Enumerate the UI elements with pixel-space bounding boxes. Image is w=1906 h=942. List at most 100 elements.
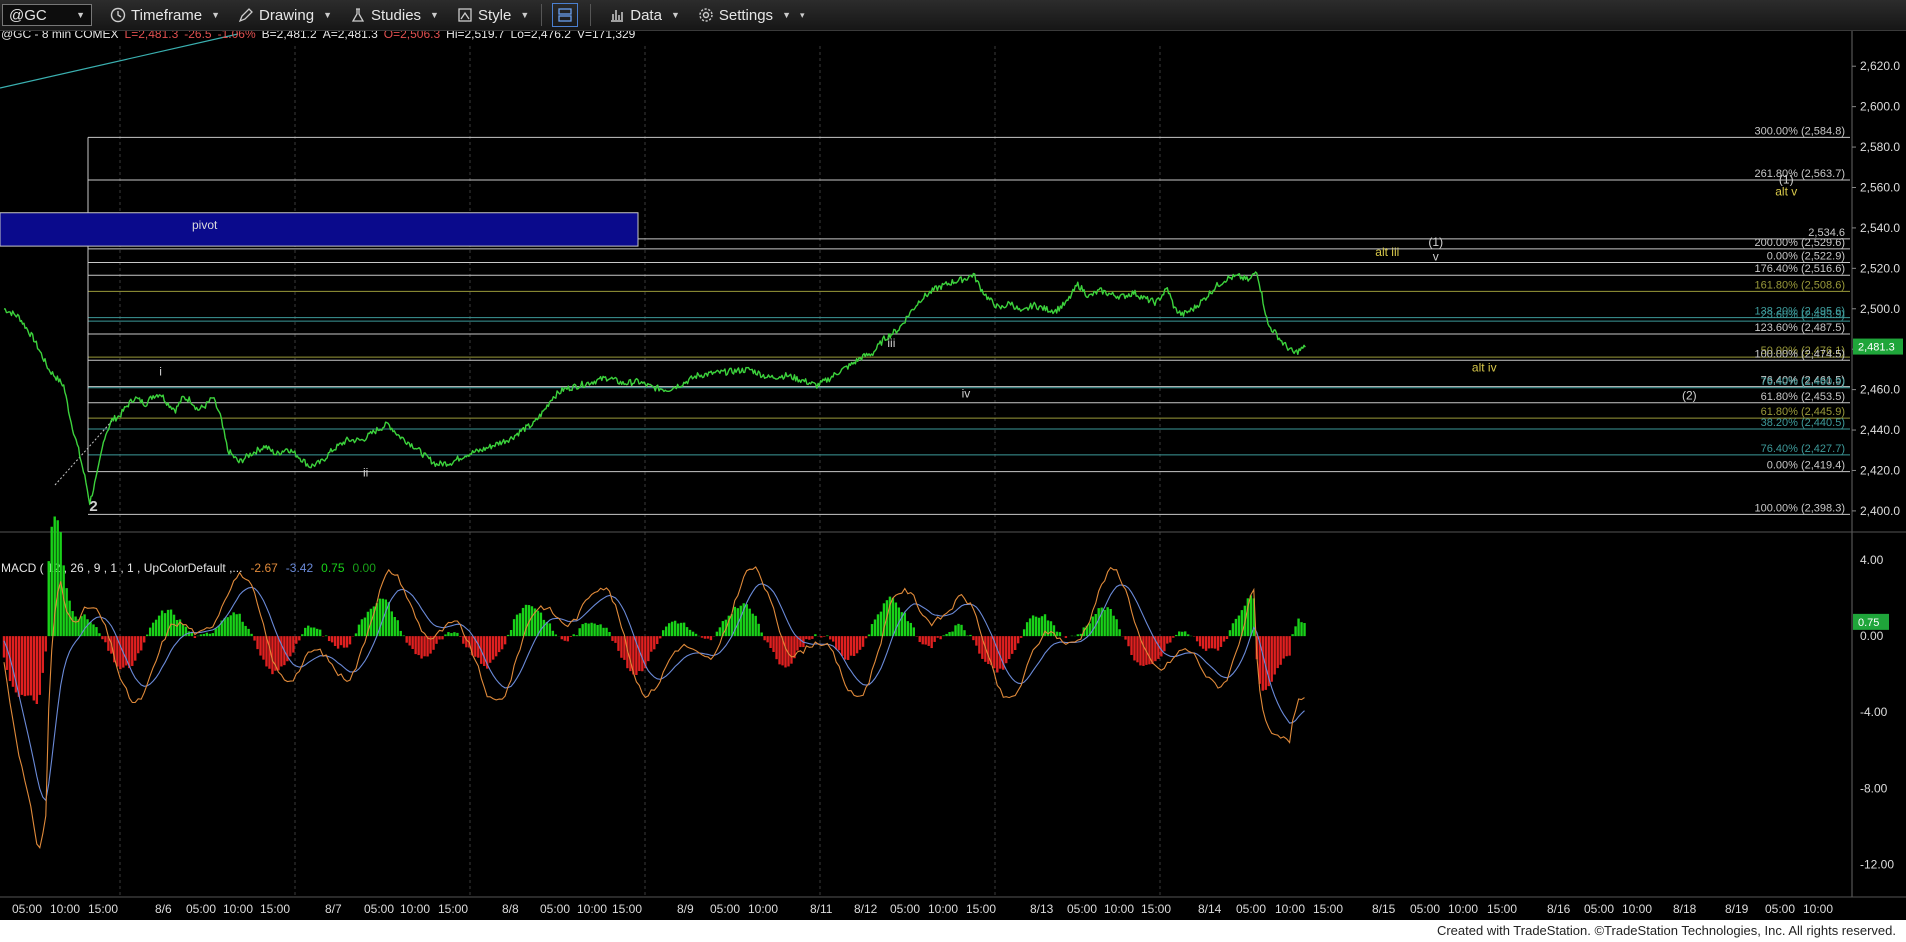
time-tick-label: 10:00 — [1803, 902, 1833, 916]
price-tick-label: 2,500.0 — [1860, 302, 1900, 316]
time-tick-label: 05:00 — [1236, 902, 1266, 916]
macd-last-value: 0.75 — [1858, 617, 1879, 629]
trendline[interactable] — [0, 33, 239, 89]
time-tick-label: 8/7 — [325, 902, 342, 916]
price-axis[interactable]: 2,620.0 2,600.0 2,580.0 2,560.0 2,540.0 2,520… — [1851, 31, 1900, 897]
wave-label[interactable]: (2) — [1682, 389, 1697, 403]
time-tick-label: 05:00 — [890, 902, 920, 916]
fib-label: 0.00% (2,419.4) — [1767, 460, 1845, 472]
style-label: Style — [477, 6, 512, 24]
timeframe-label: Timeframe — [131, 6, 203, 24]
signal-line[interactable] — [3, 583, 1305, 802]
wave-label[interactable]: alt iii — [1375, 245, 1399, 259]
style-menu[interactable]: Style ▼ — [457, 7, 529, 24]
time-tick-label: 05:00 — [12, 902, 42, 916]
flask-icon — [351, 8, 365, 22]
time-axis[interactable]: 05:00 10:00 15:00 8/6 05:00 10:00 15:00 8/7 05:0… — [12, 902, 1833, 916]
footer-credit: Created with TradeStation. ©TradeStation… — [0, 920, 1906, 942]
wave-label[interactable]: i — [159, 364, 162, 378]
pivot-label: pivot — [192, 218, 218, 232]
last-value: L=2,481.3 — [125, 31, 179, 41]
time-tick-label: 10:00 — [928, 902, 958, 916]
last-price-marker: 2,481.3 — [1853, 338, 1903, 355]
time-tick-label: 10:00 — [1622, 902, 1652, 916]
macd-tick-label: 4.00 — [1860, 553, 1884, 567]
time-tick-label: 10:00 — [1104, 902, 1134, 916]
time-tick-label: 8/19 — [1725, 902, 1749, 916]
change-value: -26.5 — [184, 31, 212, 41]
time-tick-label: 05:00 — [1765, 902, 1795, 916]
macd-tick-label: -8.00 — [1860, 781, 1888, 795]
price-tick-label: 2,620.0 — [1860, 59, 1900, 73]
macd-diff-value: 0.75 — [321, 561, 345, 575]
data-label: Data — [630, 6, 662, 24]
time-tick-label: 15:00 — [1313, 902, 1343, 916]
macd-tick-label: 0.00 — [1860, 629, 1884, 643]
time-tick-label: 8/18 — [1673, 902, 1697, 916]
macd-axis[interactable]: 4.00 0.00 -4.00 -8.00 -12.00 0.75 — [1851, 533, 1894, 897]
layout-button[interactable] — [552, 3, 579, 27]
wave-label[interactable]: 2 — [89, 498, 97, 515]
fib-label: 0.00% (2,522.9) — [1767, 250, 1845, 262]
symbol-info-text: @GC - 8 min COMEX — [1, 31, 119, 41]
bid-value: B=2,481.2 — [262, 31, 317, 41]
time-tick-label: 05:00 — [1584, 902, 1614, 916]
time-tick-label: 15:00 — [1141, 902, 1171, 916]
overflow-icon[interactable]: ▾ — [800, 10, 805, 21]
time-tick-label: 05:00 — [364, 902, 394, 916]
bar-chart-icon — [611, 10, 624, 22]
time-tick-label: 10:00 — [1275, 902, 1305, 916]
macd-title: MACD ( 12 , 26 , 9 , 1 , 1 , UpColorDefa… — [1, 561, 242, 575]
chart-header: @GC - 8 min COMEX L=2,481.3 -26.5 -1.06% B=2… — [1, 31, 636, 41]
timeframe-menu[interactable]: Timeframe ▼ — [110, 7, 220, 24]
chart-canvas[interactable]: 300.00% (2,584.8)261.80% (2,563.7)2,534.… — [0, 31, 1906, 920]
last-price-value: 2,481.3 — [1858, 342, 1895, 354]
price-tick-label: 2,580.0 — [1860, 140, 1900, 154]
wave-label[interactable]: iv — [962, 387, 971, 401]
drawing-menu[interactable]: Drawing ▼ — [238, 7, 332, 24]
signal-value: -3.42 — [286, 561, 314, 575]
wave-label[interactable]: ii — [363, 466, 368, 480]
layout-icon — [558, 8, 572, 22]
time-tick-label: 10:00 — [1448, 902, 1478, 916]
wave-label[interactable]: iii — [887, 336, 895, 350]
fib-label: 300.00% (2,584.8) — [1754, 125, 1845, 137]
zero-line-value: 0.00 — [353, 561, 377, 575]
time-tick-label: 8/11 — [810, 902, 833, 916]
wave-label[interactable]: v — [1433, 249, 1439, 263]
data-menu[interactable]: Data ▼ — [609, 7, 680, 24]
clock-icon — [110, 7, 126, 23]
fib-label: 261.80% (2,563.7) — [1754, 168, 1845, 180]
settings-label: Settings — [718, 6, 774, 24]
macd-value: -2.67 — [250, 561, 278, 575]
wave-label[interactable]: alt iv — [1472, 360, 1497, 374]
wave-label[interactable]: (1) — [1428, 235, 1443, 249]
studies-menu[interactable]: Studies ▼ — [350, 7, 439, 24]
fib-label: 100.00% (2,398.3) — [1754, 502, 1845, 514]
toolbar-divider — [541, 4, 543, 26]
time-tick-label: 15:00 — [1487, 902, 1517, 916]
symbol-input[interactable]: @GC ▼ — [2, 4, 92, 26]
gear-icon — [699, 8, 713, 22]
pencil-icon — [238, 8, 253, 23]
chevron-down-icon: ▼ — [670, 10, 680, 20]
time-tick-label: 8/13 — [1030, 902, 1054, 916]
volume-value: V=171,329 — [577, 31, 636, 41]
time-tick-label: 15:00 — [612, 902, 642, 916]
low-value: Lo=2,476.2 — [511, 31, 572, 41]
chevron-down-icon: ▼ — [211, 10, 221, 20]
trendline-dotted[interactable] — [54, 420, 113, 486]
macd-line[interactable] — [3, 566, 1305, 849]
time-tick-label: 10:00 — [577, 902, 607, 916]
settings-menu[interactable]: Settings ▼ ▾ — [698, 7, 805, 24]
chevron-down-icon[interactable]: ▼ — [76, 10, 85, 20]
symbol-value: @GC — [9, 6, 47, 24]
time-tick-label: 15:00 — [88, 902, 118, 916]
time-tick-label: 8/12 — [854, 902, 878, 916]
wave-label[interactable]: alt v — [1775, 185, 1797, 199]
chevron-down-icon: ▼ — [520, 10, 530, 20]
pivot-box[interactable] — [0, 212, 639, 247]
style-icon — [458, 8, 472, 22]
time-tick-label: 05:00 — [186, 902, 216, 916]
toolbar: @GC ▼ Timeframe ▼ Drawing ▼ Studies ▼ Style… — [0, 0, 1906, 31]
